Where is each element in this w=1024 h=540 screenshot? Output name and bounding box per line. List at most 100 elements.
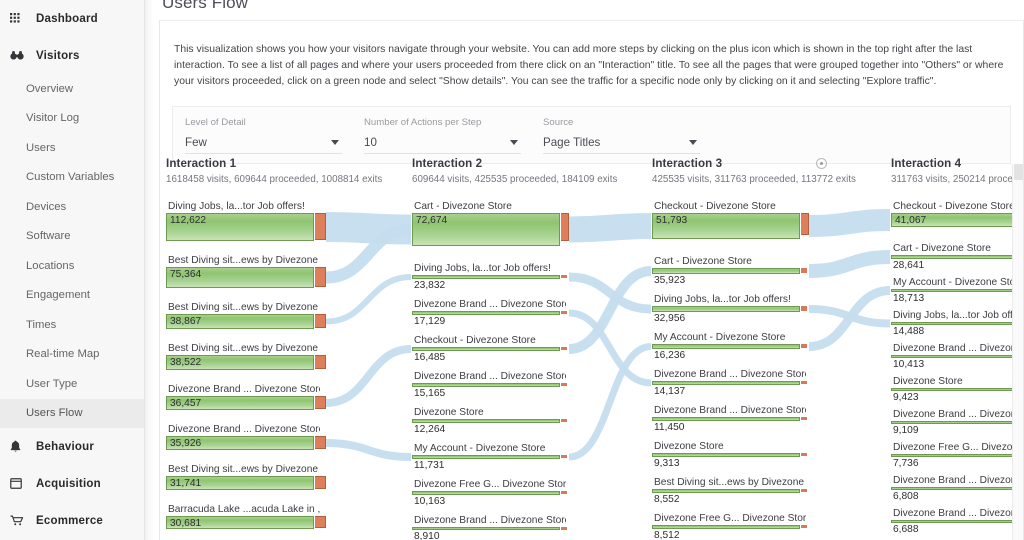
flow-node[interactable]: Best Diving sit...ews by Divezone 31,741 xyxy=(166,464,340,490)
flow-node-bar[interactable] xyxy=(652,417,800,421)
flow-node[interactable]: Diving Jobs, la...tor Job offers! 23,832 xyxy=(412,263,586,292)
flow-node-bar[interactable] xyxy=(891,421,1023,424)
flow-node-bar[interactable]: 38,867 xyxy=(166,314,314,329)
flow-node-bar[interactable] xyxy=(652,525,800,529)
flow-node-bar[interactable]: 38,522 xyxy=(166,355,314,370)
vertical-scrollbar[interactable] xyxy=(1012,164,1023,540)
sidebar-item-behaviour[interactable]: Behaviour xyxy=(0,428,144,465)
flow-node[interactable]: Divezone Brand ... Divezone St 6,688 xyxy=(891,508,1023,536)
sidebar-item-custom-variables[interactable]: Custom Variables xyxy=(0,163,144,193)
sidebar-item-users[interactable]: Users xyxy=(0,133,144,163)
sidebar-item-overview[interactable]: Overview xyxy=(0,74,144,104)
flow-node-bar[interactable] xyxy=(891,255,1023,259)
sidebar-item-real-time-map[interactable]: Real-time Map xyxy=(0,340,144,370)
sidebar-item-software[interactable]: Software xyxy=(0,222,144,252)
flow-node-bar[interactable] xyxy=(652,268,800,274)
flow-node[interactable]: Diving Jobs, la...tor Job offers! 32,956 xyxy=(652,294,826,325)
flow-node[interactable]: Cart - Divezone Store 35,923 xyxy=(652,256,826,287)
flow-node-bar[interactable] xyxy=(891,487,1023,490)
flow-node-bar[interactable] xyxy=(891,520,1023,523)
flow-node-bar[interactable] xyxy=(891,388,1023,391)
sidebar-item-users-flow[interactable]: Users Flow xyxy=(0,398,144,428)
scrollbar-thumb[interactable] xyxy=(1014,164,1023,180)
flow-node-bar[interactable]: 31,741 xyxy=(166,476,314,490)
flow-node[interactable]: Divezone Store 9,313 xyxy=(652,441,826,470)
flow-node[interactable]: Divezone Brand ... Divezone St 9,109 xyxy=(891,409,1023,437)
sidebar-item-engagement[interactable]: Engagement xyxy=(0,281,144,311)
flow-node[interactable]: Barracuda Lake ...acuda Lake in , 30,681 xyxy=(166,504,340,529)
sidebar-item-locations[interactable]: Locations xyxy=(0,251,144,281)
column-title[interactable]: Interaction 3 xyxy=(652,157,830,170)
flow-node[interactable]: Best Diving sit...ews by Divezone 38,522 xyxy=(166,343,340,370)
flow-node-bar[interactable]: 75,364 xyxy=(166,267,314,288)
flow-node[interactable]: Divezone Free G... Divezone St 7,736 xyxy=(891,442,1023,470)
flow-node[interactable]: Checkout - Divezone Store 51,793 xyxy=(652,201,826,239)
flow-node[interactable]: Cart - Divezone Store 72,674 xyxy=(412,201,586,246)
flow-node-bar[interactable] xyxy=(891,355,1023,358)
sidebar-item-times[interactable]: Times xyxy=(0,310,144,340)
flow-node[interactable]: Divezone Brand ... Divezone Store 14,137 xyxy=(652,369,826,398)
flow-node-bar[interactable]: 72,674 xyxy=(412,213,560,246)
flow-node-bar[interactable] xyxy=(652,344,800,349)
flow-node[interactable]: Divezone Brand ... Divezone Store 35,926 xyxy=(166,424,340,450)
flow-node[interactable]: Divezone Brand ... Divezone St 6,808 xyxy=(891,475,1023,503)
flow-node-bar[interactable] xyxy=(652,381,800,385)
flow-node[interactable]: Cart - Divezone Store 28,641 xyxy=(891,243,1023,272)
flow-node-bar[interactable] xyxy=(412,527,560,530)
flow-node-bar[interactable] xyxy=(412,347,560,351)
flow-node[interactable]: Divezone Store 9,423 xyxy=(891,376,1023,404)
flow-node-bar[interactable] xyxy=(652,489,800,493)
sidebar-item-dashboard[interactable]: Dashboard xyxy=(0,0,144,37)
column-title[interactable]: Interaction 1 xyxy=(166,157,344,170)
flow-node-bar[interactable] xyxy=(412,491,560,495)
sidebar-item-acquisition[interactable]: Acquisition xyxy=(0,465,144,502)
flow-node[interactable]: Divezone Brand ... Divezone Store 11,450 xyxy=(652,405,826,434)
sankey-flow-area[interactable]: Interaction 1 1618458 visits, 609644 proc… xyxy=(160,157,1023,540)
flow-node[interactable]: My Account - Divezone Store 16,236 xyxy=(652,332,826,362)
flow-node-bar[interactable] xyxy=(891,322,1023,325)
flow-node-bar[interactable]: 112,622 xyxy=(166,213,314,241)
column-title[interactable]: Interaction 4 xyxy=(891,157,1023,170)
flow-node-bar[interactable] xyxy=(412,275,560,279)
select-actions-per-step[interactable]: 10 xyxy=(364,132,521,155)
flow-node-bar[interactable] xyxy=(891,454,1023,457)
flow-node[interactable]: Best Diving sit...ews by Divezone 75,364 xyxy=(166,255,340,288)
flow-node[interactable]: Best Diving sit...ews by Divezone 38,867 xyxy=(166,302,340,329)
flow-node-bar[interactable] xyxy=(652,306,800,312)
sidebar-item-devices[interactable]: Devices xyxy=(0,192,144,222)
flow-node[interactable]: Divezone Free G... Divezone Store 8,512 xyxy=(652,513,826,540)
sidebar-item-visitor-log[interactable]: Visitor Log xyxy=(0,104,144,134)
flow-node[interactable]: Diving Jobs, la...tor Job offers! 112,622 xyxy=(166,201,340,241)
flow-node-bar[interactable]: 51,793 xyxy=(652,213,800,239)
control-level-of-detail[interactable]: Level of Detail Few xyxy=(185,117,360,155)
flow-node-bar[interactable] xyxy=(412,383,560,387)
select-level-of-detail[interactable]: Few xyxy=(185,132,342,155)
flow-node[interactable]: Checkout - Divezone Store 16,485 xyxy=(412,335,586,364)
sidebar-item-ecommerce[interactable]: Ecommerce xyxy=(0,502,144,539)
flow-node-bar[interactable] xyxy=(412,419,560,423)
flow-node[interactable]: Divezone Brand ... Divezone St 10,413 xyxy=(891,343,1023,371)
sidebar-item-user-type[interactable]: User Type xyxy=(0,369,144,399)
flow-node-bar[interactable]: 41,067 xyxy=(891,213,1023,227)
flow-node-bar[interactable] xyxy=(652,453,800,457)
control-source[interactable]: Source Page Titles xyxy=(543,117,718,155)
flow-node[interactable]: Divezone Store 12,264 xyxy=(412,407,586,436)
flow-node-bar[interactable]: 35,926 xyxy=(166,436,314,450)
flow-node[interactable]: Divezone Brand ... Divezone Store 8,910 xyxy=(412,515,586,540)
flow-node[interactable]: My Account - Divezone Store 18,713 xyxy=(891,277,1023,305)
gear-icon[interactable] xyxy=(816,158,828,169)
flow-node[interactable]: Divezone Brand ... Divezone Store 17,129 xyxy=(412,299,586,328)
select-source[interactable]: Page Titles xyxy=(543,132,700,155)
flow-node[interactable]: Divezone Free G... Divezone Store 10,163 xyxy=(412,479,586,508)
flow-node[interactable]: Divezone Brand ... Divezone Store 36,457 xyxy=(166,384,340,410)
sidebar-item-visitors[interactable]: Visitors xyxy=(0,37,144,74)
flow-node-bar[interactable] xyxy=(412,311,560,315)
flow-node[interactable]: Divezone Brand ... Divezone Store 15,165 xyxy=(412,371,586,400)
flow-node-bar[interactable]: 30,681 xyxy=(166,516,314,529)
column-title[interactable]: Interaction 2 xyxy=(412,157,590,170)
flow-node[interactable]: My Account - Divezone Store 11,731 xyxy=(412,443,586,472)
flow-node-bar[interactable] xyxy=(891,289,1023,292)
flow-node[interactable]: Best Diving sit...ews by Divezone 8,552 xyxy=(652,477,826,506)
flow-node-bar[interactable] xyxy=(412,455,560,459)
control-actions-per-step[interactable]: Number of Actions per Step 10 xyxy=(364,117,539,155)
